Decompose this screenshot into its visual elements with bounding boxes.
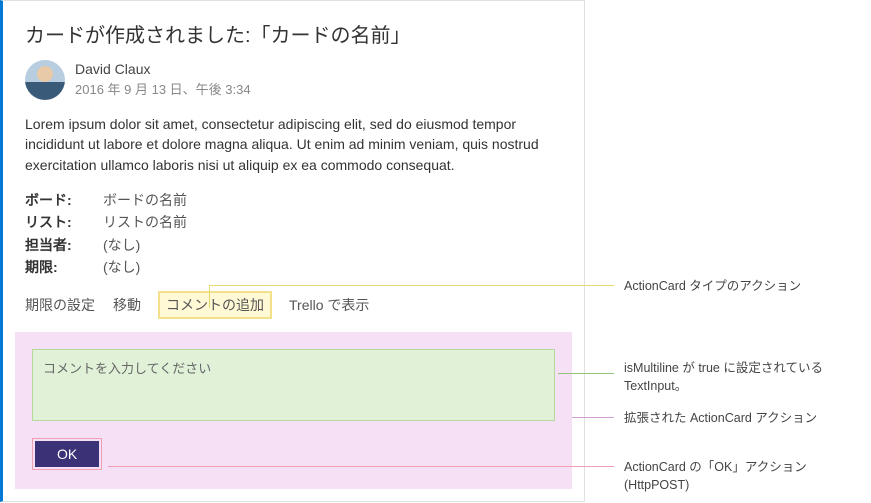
ok-button-highlight: OK xyxy=(32,438,102,470)
fact-value: (なし) xyxy=(103,256,140,278)
author-name: David Claux xyxy=(75,61,251,77)
callout-connector xyxy=(558,373,614,374)
action-set-due[interactable]: 期限の設定 xyxy=(25,295,95,315)
callout-connector xyxy=(108,466,614,467)
callout-multiline-input: isMultiline が true に設定されている TextInput。 xyxy=(624,360,844,395)
author-meta: David Claux 2016 年 9 月 13 日、午後 3:34 xyxy=(75,60,251,98)
callout-connector xyxy=(209,285,614,286)
fact-value: (なし) xyxy=(103,234,140,256)
action-open-trello[interactable]: Trello で表示 xyxy=(289,295,369,315)
fact-label: 担当者: xyxy=(25,234,103,256)
callout-expanded-actioncard: 拡張された ActionCard アクション xyxy=(624,410,817,428)
callout-connector xyxy=(572,417,614,418)
callout-ok-httppost: ActionCard の「OK」アクション (HttpPOST) xyxy=(624,459,871,494)
avatar xyxy=(25,60,65,100)
card-body: Lorem ipsum dolor sit amet, consectetur … xyxy=(25,114,562,175)
fact-label: ボード: xyxy=(25,189,103,211)
facts-list: ボード: ボードの名前 リスト: リストの名前 担当者: (なし) 期限: (な… xyxy=(25,189,562,279)
fact-value: リストの名前 xyxy=(103,211,187,233)
message-card: カードが作成されました:「カードの名前」 David Claux 2016 年 … xyxy=(0,0,585,502)
action-move[interactable]: 移動 xyxy=(113,295,141,315)
callout-connector xyxy=(209,285,210,308)
author-row: David Claux 2016 年 9 月 13 日、午後 3:34 xyxy=(25,60,562,100)
ok-button[interactable]: OK xyxy=(35,441,99,467)
comment-input[interactable] xyxy=(32,349,555,421)
fact-row: 期限: (なし) xyxy=(25,256,562,278)
fact-row: リスト: リストの名前 xyxy=(25,211,562,233)
fact-value: ボードの名前 xyxy=(103,189,187,211)
card-title: カードが作成されました:「カードの名前」 xyxy=(25,19,562,48)
fact-label: 期限: xyxy=(25,256,103,278)
callout-actioncard-type: ActionCard タイプのアクション xyxy=(624,278,801,296)
fact-row: 担当者: (なし) xyxy=(25,234,562,256)
author-date: 2016 年 9 月 13 日、午後 3:34 xyxy=(75,79,251,98)
action-add-comment[interactable]: コメントの追加 xyxy=(159,292,271,318)
fact-row: ボード: ボードの名前 xyxy=(25,189,562,211)
actions-row: 期限の設定 移動 コメントの追加 Trello で表示 xyxy=(25,292,562,318)
fact-label: リスト: xyxy=(25,211,103,233)
